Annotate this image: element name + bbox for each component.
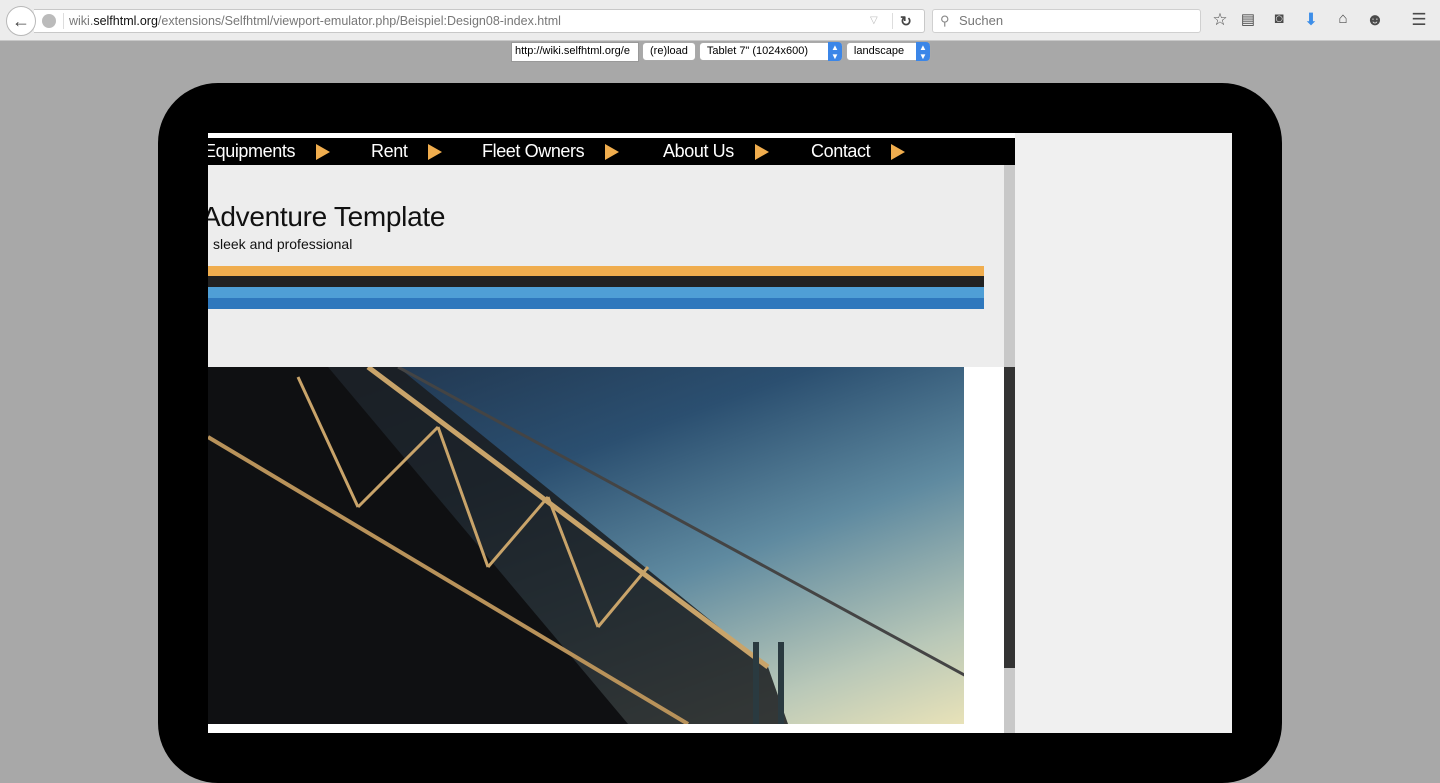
- device-select-value: Tablet 7" (1024x600): [706, 45, 809, 57]
- bridge-graphic: [208, 367, 964, 724]
- search-icon: ⚲: [940, 13, 950, 28]
- reload-button[interactable]: (re)load: [642, 42, 696, 61]
- home-icon[interactable]: ⌂: [1333, 10, 1353, 27]
- search-input[interactable]: ⚲ Suchen: [932, 9, 1201, 33]
- device-select[interactable]: Tablet 7" (1024x600) ▲ ▼: [698, 42, 843, 61]
- nav-label: Equipments: [208, 141, 296, 161]
- select-arrows-icon: ▲ ▼: [827, 42, 842, 61]
- nav-item-fleet-owners[interactable]: Fleet Owners: [482, 141, 620, 162]
- emulated-viewport: Equipments Rent Fleet Owners About Us Co…: [208, 133, 1232, 733]
- nav-item-about-us[interactable]: About Us: [663, 141, 769, 162]
- back-button[interactable]: ←: [6, 6, 36, 36]
- chat-icon[interactable]: ☻: [1365, 10, 1385, 30]
- scrollbar[interactable]: [1004, 165, 1015, 733]
- divider: [892, 13, 893, 29]
- back-icon: ←: [12, 10, 30, 31]
- arrow-right-icon: [605, 143, 620, 160]
- arrow-right-icon: [891, 143, 906, 160]
- select-arrows-icon: ▲ ▼: [915, 42, 930, 61]
- nav-item-equipments[interactable]: Equipments: [208, 141, 331, 162]
- emulator-controls: http://wiki.selfhtml.org/e (re)load Tabl…: [511, 42, 931, 62]
- stripe-orange: [208, 266, 984, 276]
- browser-toolbar: wiki.selfhtml.org/extensions/Selfhtml/vi…: [0, 0, 1440, 41]
- globe-icon: [42, 14, 56, 28]
- stripe-dark: [208, 276, 984, 287]
- nav-label: Rent: [371, 141, 408, 161]
- emulator-url-input[interactable]: http://wiki.selfhtml.org/e: [511, 42, 639, 62]
- site-page: Equipments Rent Fleet Owners About Us Co…: [208, 133, 1015, 733]
- url-domain: selfhtml.org: [93, 14, 158, 28]
- bookmark-star-icon[interactable]: ☆: [1210, 10, 1230, 30]
- site-title: Adventure Template: [208, 201, 446, 232]
- hero-bridge-image: [208, 367, 964, 724]
- address-bar[interactable]: wiki.selfhtml.org/extensions/Selfhtml/vi…: [34, 9, 925, 33]
- arrow-right-icon: [428, 143, 443, 160]
- nav-item-rent[interactable]: Rent: [371, 141, 443, 162]
- search-placeholder: Suchen: [959, 13, 1004, 28]
- divider: [63, 13, 64, 29]
- url-text[interactable]: wiki.selfhtml.org/extensions/Selfhtml/vi…: [69, 10, 561, 32]
- site-tagline: sleek and professional: [213, 236, 353, 252]
- site-header: Adventure Template sleek and professiona…: [208, 165, 1004, 367]
- nav-label: Fleet Owners: [482, 141, 585, 161]
- nav-label: Contact: [811, 141, 871, 161]
- stripe-light-blue: [208, 287, 984, 298]
- url-path: /extensions/Selfhtml/viewport-emulator.p…: [157, 14, 561, 28]
- download-icon[interactable]: ⬇: [1301, 10, 1321, 30]
- site-nav: Equipments Rent Fleet Owners About Us Co…: [208, 138, 1015, 165]
- reload-icon[interactable]: ↻: [900, 10, 912, 32]
- arrow-right-icon: [316, 143, 331, 160]
- arrow-right-icon: [754, 143, 769, 160]
- stripe-blue: [208, 298, 984, 309]
- reading-list-icon[interactable]: ▤: [1238, 10, 1258, 28]
- dropdown-icon[interactable]: ▽: [870, 10, 878, 32]
- pocket-icon[interactable]: ◙: [1269, 10, 1289, 27]
- nav-item-contact[interactable]: Contact: [811, 141, 906, 162]
- orientation-select-value: landscape: [853, 45, 905, 57]
- menu-icon[interactable]: ☰: [1409, 10, 1429, 30]
- url-prefix: wiki.: [69, 14, 94, 28]
- scrollbar-thumb[interactable]: [1004, 367, 1015, 668]
- nav-label: About Us: [663, 141, 734, 161]
- orientation-select[interactable]: landscape ▲ ▼: [845, 42, 931, 61]
